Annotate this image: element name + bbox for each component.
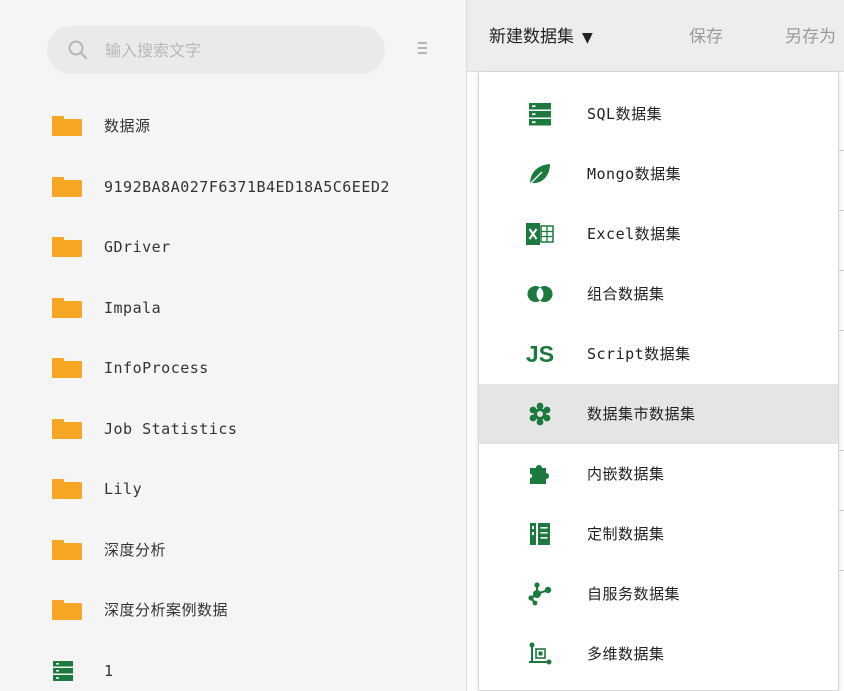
- tree-item-label: InfoProcess: [104, 359, 209, 378]
- tree-item-folder[interactable]: Lily: [0, 459, 466, 520]
- folder-icon: [52, 479, 82, 500]
- save-as-button[interactable]: 另存为: [785, 24, 836, 50]
- menu-item-label: 内嵌数据集: [587, 465, 665, 483]
- new-dataset-menu: SQL数据集 Mongo数据集 Excel数据集 组合数据集 JS Script…: [478, 72, 839, 691]
- custom-book-icon: [525, 521, 555, 547]
- menu-item-self-service-dataset[interactable]: 自服务数据集: [479, 564, 838, 624]
- search-box[interactable]: [47, 26, 385, 74]
- folder-icon: [52, 418, 82, 439]
- caret-down-icon: ▼: [582, 30, 593, 46]
- sql-dataset-icon: [525, 101, 555, 127]
- tree-item-label: Impala: [104, 298, 162, 317]
- save-button[interactable]: 保存: [689, 24, 723, 50]
- menu-item-datamart-dataset[interactable]: 数据集市数据集: [479, 384, 838, 444]
- toolbar: 新建数据集 ▼ 保存 另存为: [467, 0, 844, 72]
- folder-icon: [52, 237, 82, 258]
- tree-item-label: 深度分析案例数据: [104, 601, 229, 620]
- script-js-icon-text: JS: [525, 340, 555, 367]
- menu-item-label: 多维数据集: [587, 645, 665, 663]
- menu-item-label: 自服务数据集: [587, 585, 681, 603]
- datamart-gear-icon: [525, 401, 555, 427]
- self-service-network-icon: [525, 581, 555, 607]
- menu-item-label: Mongo数据集: [587, 165, 682, 183]
- list-menu-icon[interactable]: [418, 40, 430, 58]
- tree-item-folder[interactable]: Job Statistics: [0, 399, 466, 460]
- tree-item-folder[interactable]: InfoProcess: [0, 338, 466, 399]
- search-icon: [68, 40, 88, 60]
- menu-item-combine-dataset[interactable]: 组合数据集: [479, 264, 838, 324]
- menu-item-label: 数据集市数据集: [587, 405, 696, 423]
- tree-item-label: Job Statistics: [104, 419, 238, 438]
- menu-item-sql-dataset[interactable]: SQL数据集: [479, 84, 838, 144]
- new-dataset-button[interactable]: 新建数据集 ▼: [489, 24, 593, 50]
- multidim-cube-icon: [525, 641, 555, 667]
- tree-item-label: 1: [104, 661, 114, 680]
- new-dataset-label: 新建数据集: [489, 27, 574, 47]
- menu-item-label: 定制数据集: [587, 525, 665, 543]
- menu-item-label: 组合数据集: [587, 285, 665, 303]
- menu-item-embedded-dataset[interactable]: 内嵌数据集: [479, 444, 838, 504]
- tree-item-folder[interactable]: 数据源: [0, 96, 466, 157]
- menu-item-excel-dataset[interactable]: Excel数据集: [479, 204, 838, 264]
- tree-item-label: 数据源: [104, 117, 151, 136]
- folder-icon: [52, 358, 82, 379]
- menu-item-label: Script数据集: [587, 345, 691, 363]
- folder-icon: [52, 297, 82, 318]
- tree-item-label: 9192BA8A027F6371B4ED18A5C6EED2: [104, 177, 390, 196]
- tree-item-dataset[interactable]: 1: [0, 641, 466, 691]
- search-input[interactable]: [105, 35, 365, 65]
- menu-item-multidim-dataset[interactable]: 多维数据集: [479, 624, 838, 684]
- tree-item-folder[interactable]: 深度分析案例数据: [0, 580, 466, 641]
- menu-item-custom-dataset[interactable]: 定制数据集: [479, 504, 838, 564]
- menu-item-label: SQL数据集: [587, 105, 663, 123]
- tree-item-label: 深度分析: [104, 540, 167, 559]
- tree-item-folder[interactable]: Impala: [0, 278, 466, 339]
- tree-item-folder[interactable]: GDriver: [0, 217, 466, 278]
- folder-icon: [52, 116, 82, 137]
- puzzle-icon: [525, 461, 555, 487]
- tree-item-label: Lily: [104, 480, 143, 499]
- script-js-icon: JS: [525, 341, 555, 367]
- resource-sidebar: 数据源 9192BA8A027F6371B4ED18A5C6EED2 GDriv…: [0, 0, 466, 691]
- folder-icon: [52, 539, 82, 560]
- folder-icon: [52, 600, 82, 621]
- excel-icon: [525, 221, 555, 247]
- menu-item-label: Excel数据集: [587, 225, 682, 243]
- tree-item-folder[interactable]: 深度分析: [0, 520, 466, 581]
- folder-icon: [52, 176, 82, 197]
- menu-item-script-dataset[interactable]: JS Script数据集: [479, 324, 838, 384]
- combine-circles-icon: [525, 281, 555, 307]
- mongo-leaf-icon: [525, 161, 555, 187]
- sql-dataset-icon: [53, 660, 73, 681]
- resource-tree: 数据源 9192BA8A027F6371B4ED18A5C6EED2 GDriv…: [0, 96, 466, 691]
- tree-item-folder[interactable]: 9192BA8A027F6371B4ED18A5C6EED2: [0, 157, 466, 218]
- menu-item-mongo-dataset[interactable]: Mongo数据集: [479, 144, 838, 204]
- tree-item-label: GDriver: [104, 238, 171, 257]
